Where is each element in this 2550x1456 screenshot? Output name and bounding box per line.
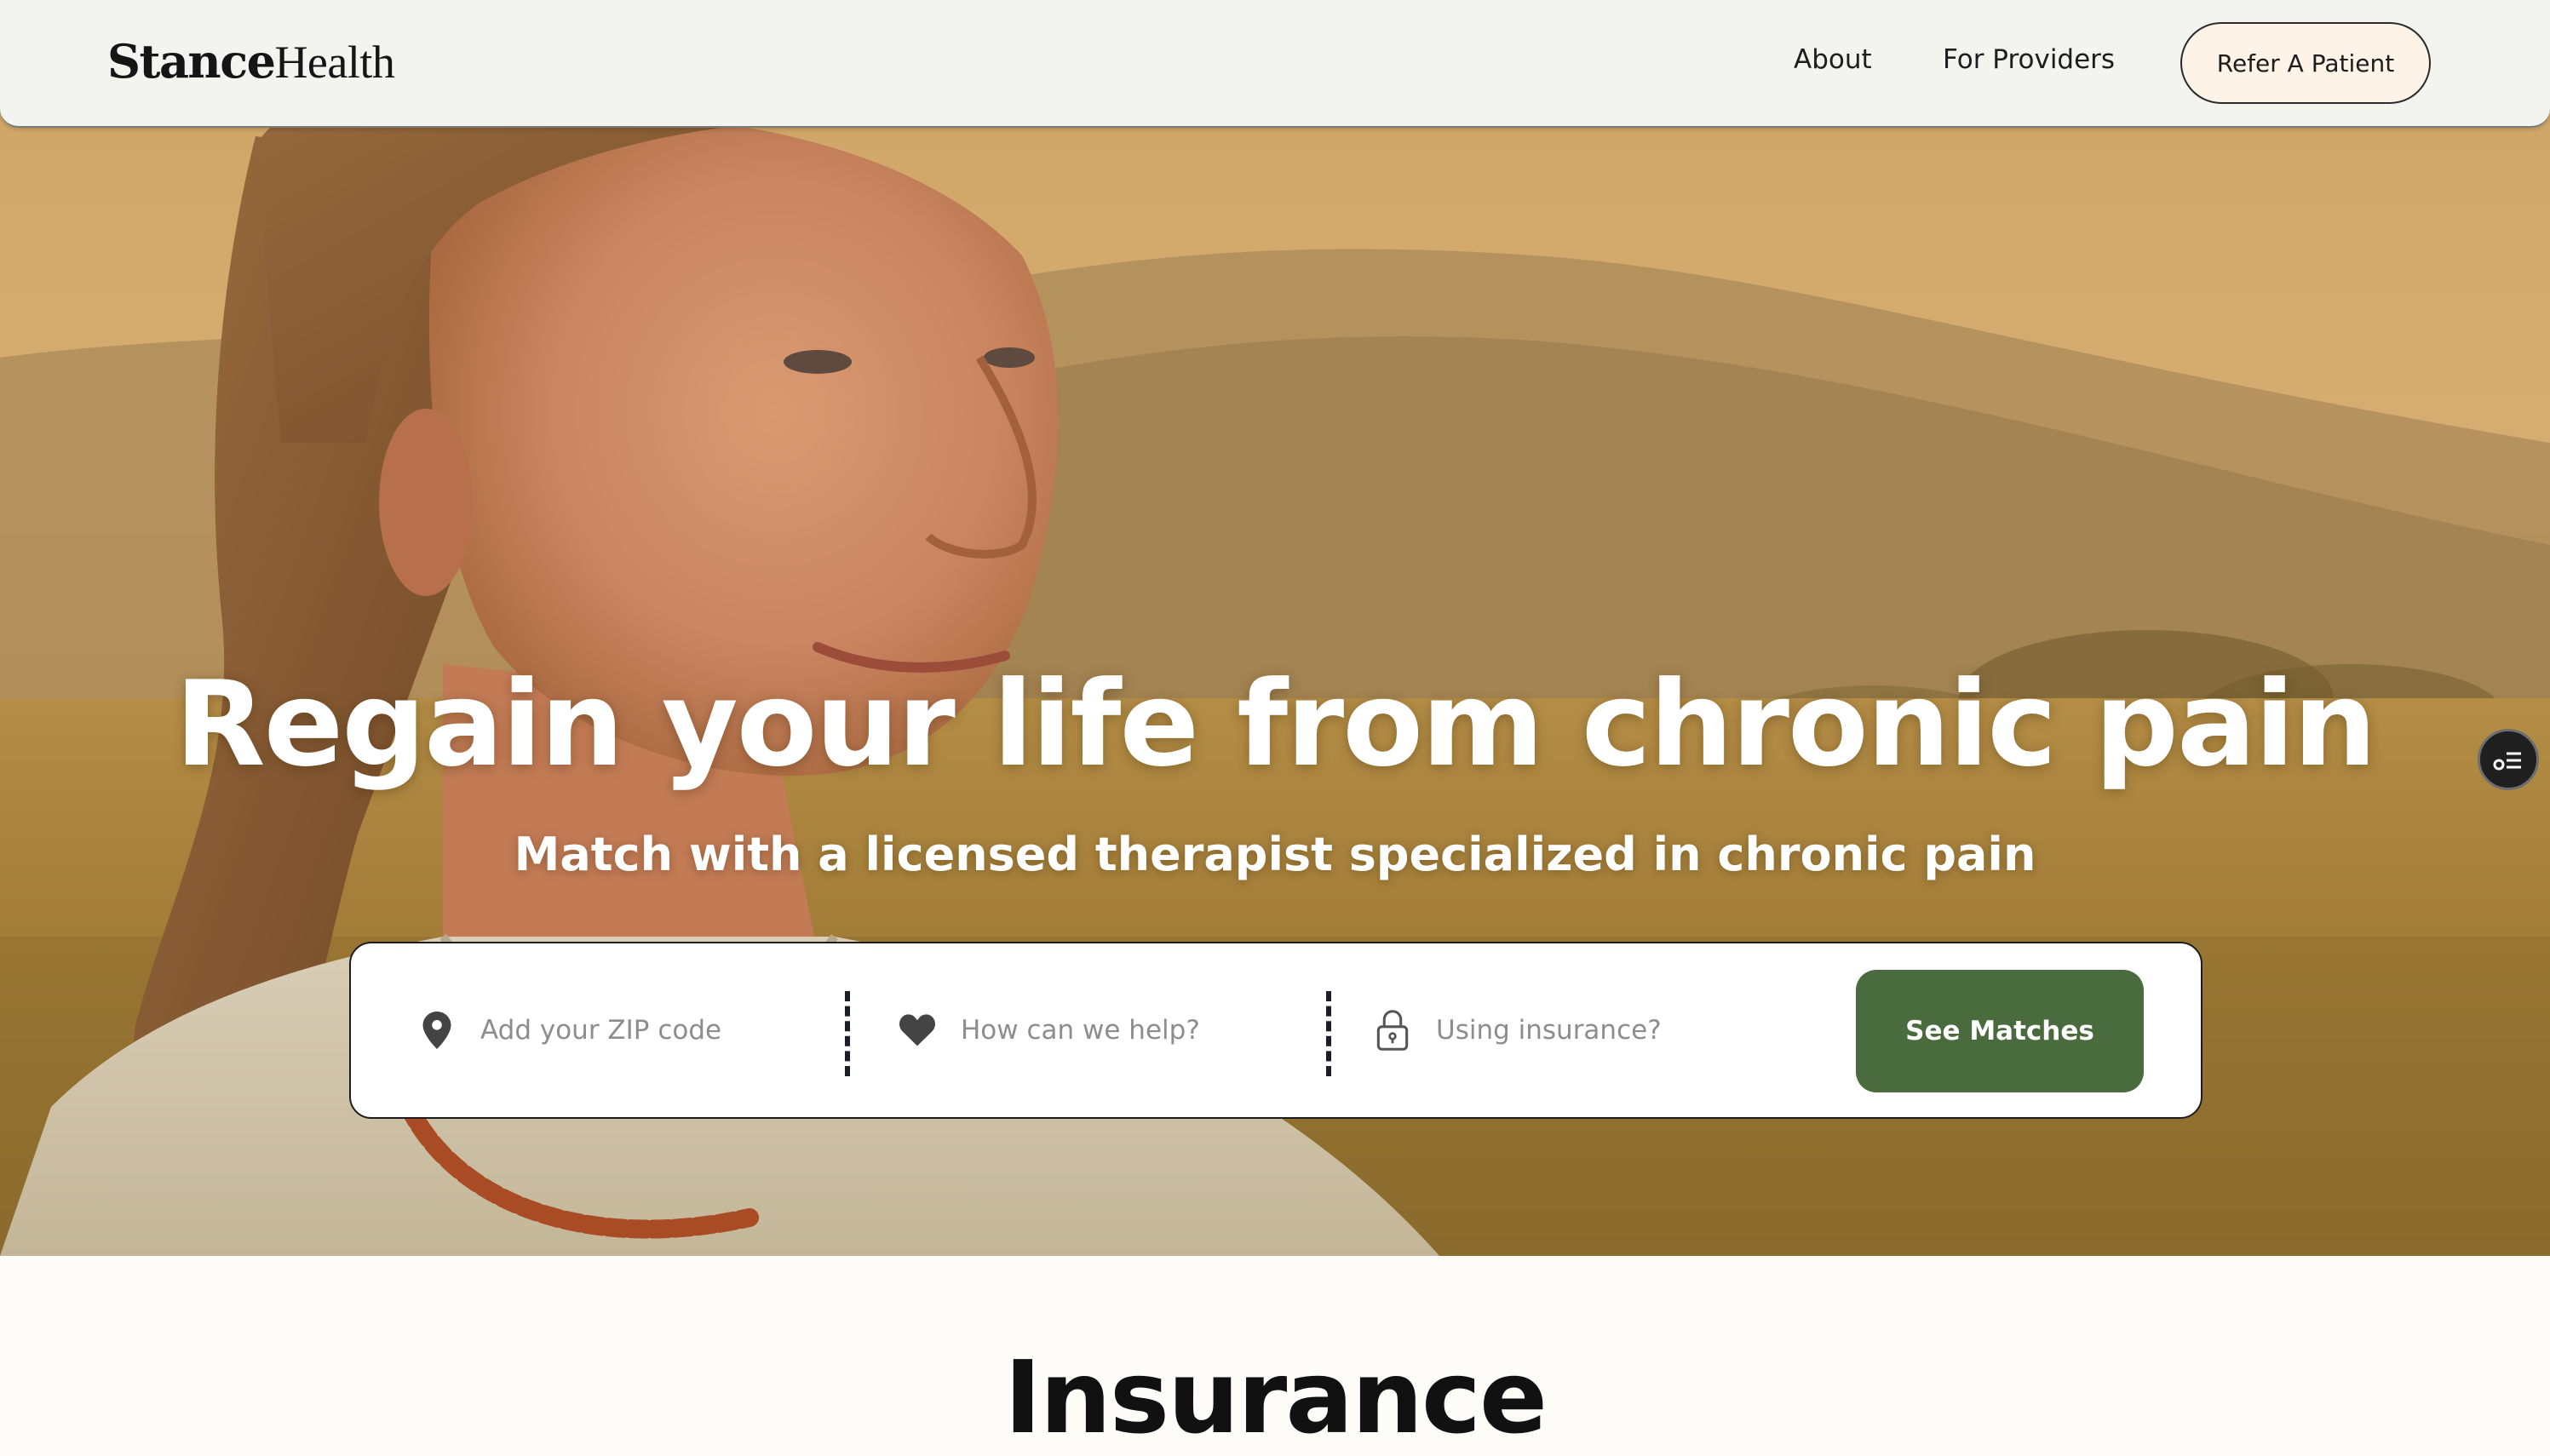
hero-headline: Regain your life from chronic pain — [175, 656, 2376, 793]
lock-icon — [1375, 1010, 1410, 1051]
zip-code-field[interactable] — [419, 943, 828, 1117]
brand-name-part2: Health — [274, 37, 395, 88]
nav-link-for-providers[interactable]: For Providers — [1943, 44, 2115, 75]
therapist-search-bar: See Matches — [349, 942, 2203, 1119]
help-field[interactable] — [899, 943, 1308, 1117]
top-navbar: StanceHealth About For Providers Refer A… — [0, 0, 2550, 128]
brand-logo[interactable]: StanceHealth — [107, 34, 395, 89]
brand-name-part1: Stance — [107, 34, 276, 89]
accessibility-menu-icon — [2493, 752, 2521, 771]
heart-icon — [899, 1012, 935, 1048]
refer-a-patient-button[interactable]: Refer A Patient — [2180, 22, 2431, 104]
insurance-input[interactable] — [1436, 1015, 1777, 1046]
accessibility-menu-button[interactable] — [2478, 729, 2539, 790]
field-divider — [1326, 991, 1331, 1076]
help-input[interactable] — [961, 1015, 1301, 1046]
nav-link-about[interactable]: About — [1794, 44, 1872, 75]
zip-code-input[interactable] — [480, 1015, 821, 1046]
hero-subheadline: Match with a licensed therapist speciali… — [514, 828, 2036, 881]
insurance-section-title: Insurance — [1004, 1338, 1548, 1456]
see-matches-button[interactable]: See Matches — [1856, 970, 2144, 1092]
field-divider — [845, 991, 850, 1076]
insurance-field[interactable] — [1375, 943, 1801, 1117]
location-pin-icon — [419, 1012, 455, 1049]
